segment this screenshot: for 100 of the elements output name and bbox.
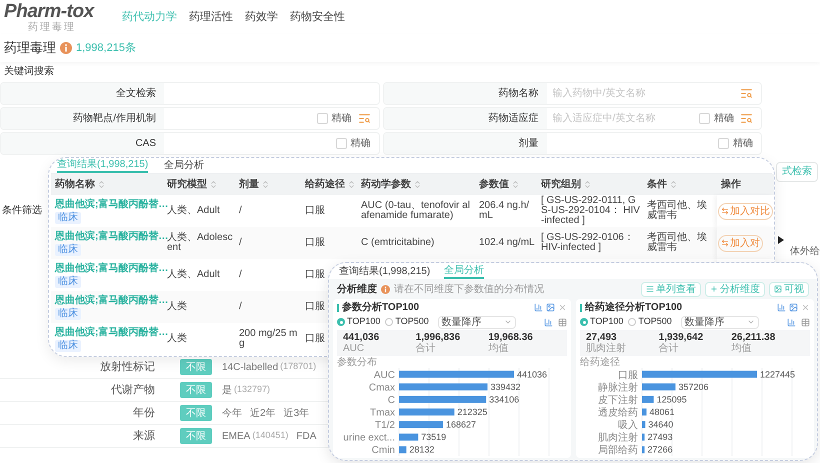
sort-icon[interactable] — [261, 180, 270, 189]
column-header[interactable]: 药动学参数 — [361, 177, 422, 192]
filter-search-icon[interactable] — [358, 112, 370, 125]
stat-label: 合计 — [416, 343, 436, 354]
filter-option[interactable]: EMEA (140451) — [222, 428, 288, 444]
filter-option[interactable]: 是 (132797) — [222, 382, 270, 398]
column-header[interactable]: 剂量 — [239, 177, 270, 192]
sort-icon[interactable] — [583, 180, 592, 189]
sort-icon[interactable] — [413, 180, 422, 189]
checkbox[interactable] — [336, 138, 346, 149]
search-field[interactable]: 药物靶点/作用机制 精确 — [0, 107, 380, 130]
search-field[interactable]: 药物名称 输入药物中/英文名称 — [382, 82, 762, 105]
search-field[interactable]: 剂量 精确 — [382, 132, 762, 155]
value-label: 73519 — [421, 432, 446, 442]
radio[interactable] — [628, 318, 636, 326]
value-label: 34640 — [648, 420, 674, 430]
checkbox[interactable] — [718, 138, 729, 149]
table-icon[interactable] — [558, 318, 567, 326]
table-icon[interactable] — [801, 318, 810, 326]
chart-icon[interactable] — [544, 318, 553, 326]
checkbox[interactable] — [316, 113, 328, 124]
radio[interactable] — [337, 318, 345, 326]
value-label: 125095 — [656, 394, 687, 404]
category-label: 皮下注射 — [598, 394, 638, 406]
side-label: 体外给 — [790, 245, 820, 259]
nav-tab[interactable]: 药理活性 — [189, 9, 233, 25]
analysis-tab[interactable]: 查询结果(1,998,215) — [339, 263, 430, 279]
table-cell: 人类 — [167, 302, 187, 312]
category-label: Cmin — [372, 445, 395, 456]
column-header[interactable]: 操作 — [721, 177, 741, 192]
radio-option[interactable]: TOP500 — [628, 315, 672, 329]
chart-icon[interactable] — [534, 303, 543, 312]
radio[interactable] — [580, 318, 588, 326]
bar — [399, 408, 454, 416]
column-header[interactable]: 给药途径 — [305, 177, 356, 192]
filter-search-icon[interactable] — [740, 87, 753, 100]
field-label: 药物适应症 — [384, 108, 546, 129]
column-header[interactable]: 条件 — [647, 177, 678, 192]
sort-icon[interactable] — [669, 180, 678, 189]
field-label: 全文检索 — [1, 83, 164, 104]
exact-checkbox[interactable]: 精确 — [316, 111, 352, 126]
clinical-tag: 临床 — [55, 340, 81, 352]
radio-option[interactable]: TOP100 — [580, 315, 624, 329]
input-field[interactable]: 输入药物中/英文名称 — [552, 86, 734, 102]
radio[interactable] — [385, 318, 394, 326]
sort-icon[interactable] — [347, 180, 356, 189]
search-field[interactable]: CAS 精确 — [0, 132, 380, 155]
sort-select[interactable]: 数量降序 — [680, 316, 759, 328]
value-label: 48061 — [650, 407, 675, 417]
filter-option[interactable]: 今年 — [222, 405, 242, 421]
filter-option[interactable]: FDA — [296, 428, 316, 444]
clinical-tag: 临床 — [55, 244, 81, 256]
image-icon[interactable] — [546, 303, 555, 312]
logo: Pharm-tox — [4, 2, 94, 22]
stat-value: 27,493 — [586, 332, 617, 343]
bar — [399, 434, 418, 441]
filter-search-icon[interactable] — [740, 112, 753, 125]
scroll-right-icon[interactable] — [778, 236, 784, 244]
filter-option[interactable]: 14C-labelled (178701) — [222, 359, 316, 375]
table-cell: 口服 — [305, 206, 325, 216]
filter-option[interactable]: 近2年 — [250, 405, 276, 421]
category-label: Cmax — [368, 382, 395, 394]
stat-label: AUC — [343, 343, 364, 354]
column-header[interactable]: 参数值 — [479, 177, 520, 192]
nav-tab[interactable]: 药物安全性 — [290, 9, 345, 25]
chart-icon[interactable] — [787, 318, 796, 326]
sort-icon[interactable] — [209, 180, 218, 189]
exact-checkbox[interactable]: 精确 — [699, 111, 734, 126]
bar — [642, 408, 646, 416]
search-field[interactable]: 药物适应症 输入适应症中/英文名称 精确 — [382, 107, 762, 130]
close-icon[interactable] — [801, 303, 810, 312]
close-icon[interactable] — [558, 303, 567, 312]
image-icon[interactable] — [789, 303, 798, 312]
sort-select[interactable]: 数量降序 — [438, 316, 516, 328]
checkbox[interactable] — [699, 113, 710, 124]
table-cell: C (emtricitabine) — [361, 238, 434, 248]
chevron-down-icon — [746, 318, 755, 326]
radio-option[interactable]: TOP500 — [385, 315, 429, 329]
column-header[interactable]: 研究组别 — [541, 177, 592, 192]
search-field[interactable]: 全文检索 — [0, 82, 380, 105]
table-cell-text: AUC (0-tau、tenofovir alafenamide fumarate) — [361, 201, 471, 221]
filter-label: 代谢产物 — [110, 382, 156, 398]
category-label: 口服 — [618, 370, 638, 381]
column-header[interactable]: 药物名称 — [55, 177, 106, 192]
value-label: 27266 — [648, 444, 673, 455]
field-label: CAS — [1, 133, 164, 154]
chart-icon[interactable] — [777, 303, 786, 312]
column-header[interactable]: 研究模型 — [167, 177, 218, 192]
exact-checkbox[interactable]: 精确 — [718, 136, 753, 151]
filter-option[interactable]: 近3年 — [284, 405, 310, 421]
results-tab[interactable]: 全局分析 — [164, 158, 204, 173]
sort-icon[interactable] — [511, 180, 520, 189]
radio-option[interactable]: TOP100 — [337, 315, 380, 329]
stat-value: 441,036 — [343, 332, 380, 343]
sort-icon[interactable] — [97, 180, 106, 189]
table-cell-text: 考西司他、埃威雷韦 — [647, 233, 708, 253]
nav-tab[interactable]: 药效学 — [245, 9, 278, 25]
table-cell: 人类、Adult — [167, 270, 220, 280]
exact-checkbox[interactable]: 精确 — [336, 136, 370, 151]
input-field[interactable]: 输入适应症中/英文名称 — [552, 110, 693, 126]
